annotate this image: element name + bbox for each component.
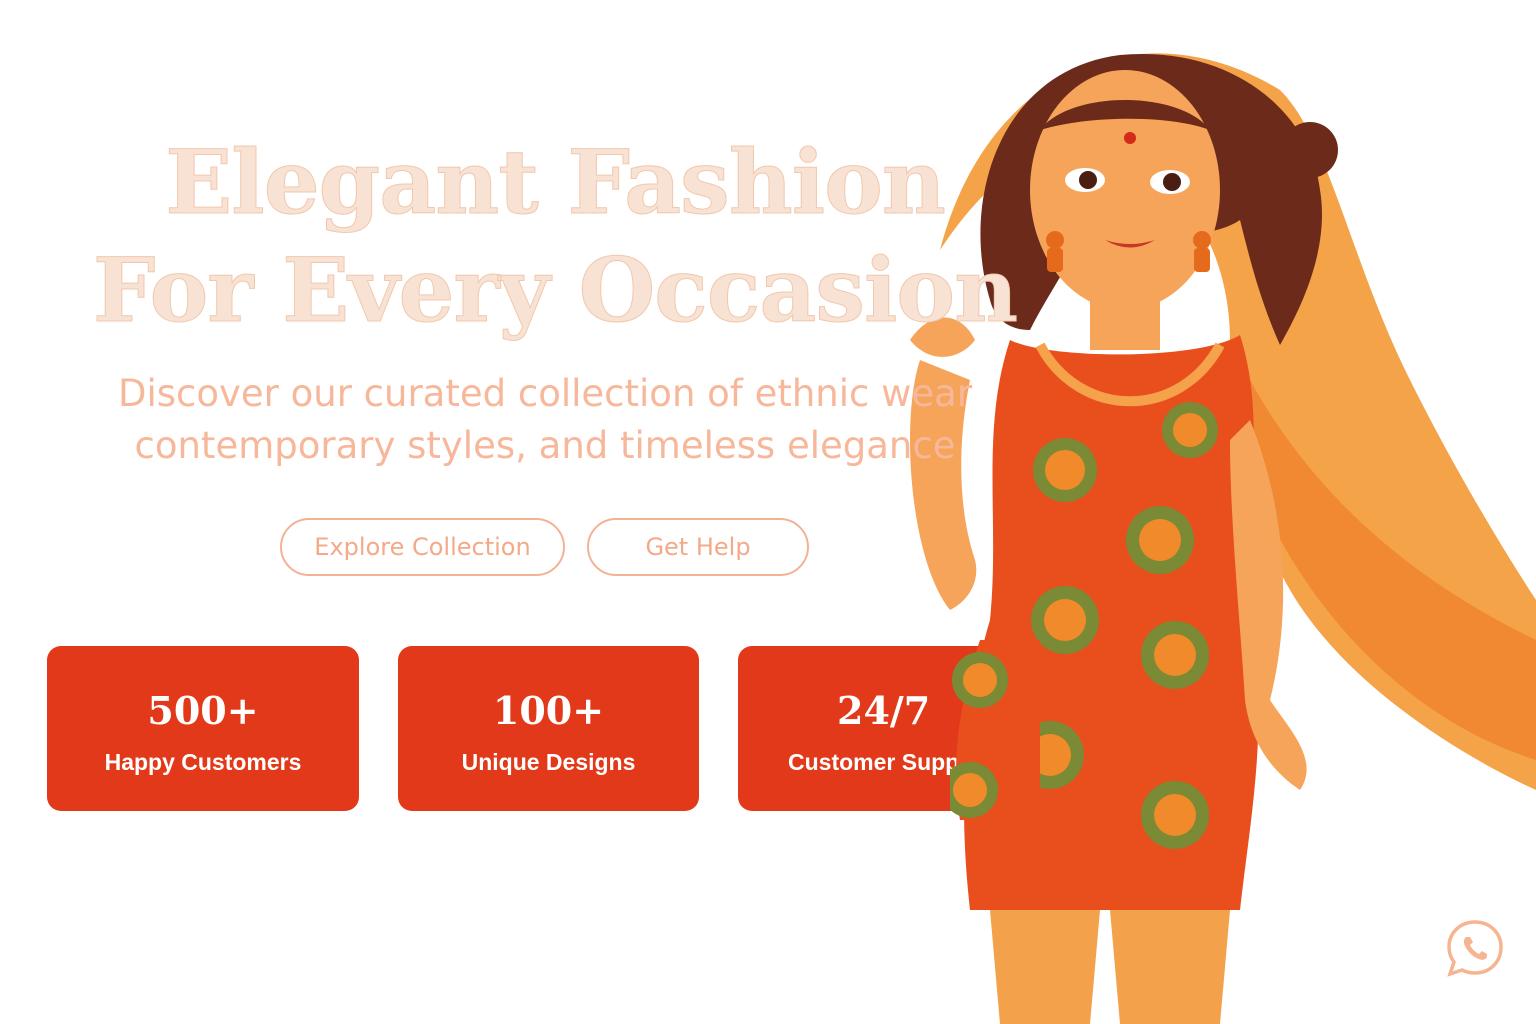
illustration-overlap xyxy=(950,640,1040,820)
hero-title-line-1: Elegant Fashion xyxy=(165,130,947,235)
stat-value: 100+ xyxy=(492,688,605,733)
stat-label: Happy Customers xyxy=(104,749,302,775)
hero-subtitle-line-1: Discover our curated collection of ethni… xyxy=(117,372,973,415)
stat-label: Unique Designs xyxy=(461,749,636,775)
landing-page: Elegant Fashion For Every Occasion Disco… xyxy=(0,0,1536,1024)
stat-value: 24/7 xyxy=(837,688,931,733)
stat-card-customers: 500+ Happy Customers xyxy=(47,646,359,811)
stat-label: Customer Supp xyxy=(788,749,960,775)
stat-card-designs: 100+ Unique Designs xyxy=(398,646,699,811)
get-help-button[interactable]: Get Help xyxy=(587,518,809,576)
hero-title-line-2: For Every Occasion xyxy=(92,238,1018,343)
hero-subtitle-line-2: contemporary styles, and timeless elegan… xyxy=(134,424,956,467)
whatsapp-button[interactable] xyxy=(1444,918,1506,978)
hero-subtitle: Discover our curated collection of ethni… xyxy=(80,368,1010,472)
explore-collection-button[interactable]: Explore Collection xyxy=(280,518,565,576)
hero-title: Elegant Fashion For Every Occasion xyxy=(60,128,1050,344)
stat-value: 500+ xyxy=(147,688,259,733)
whatsapp-icon xyxy=(1447,920,1503,977)
